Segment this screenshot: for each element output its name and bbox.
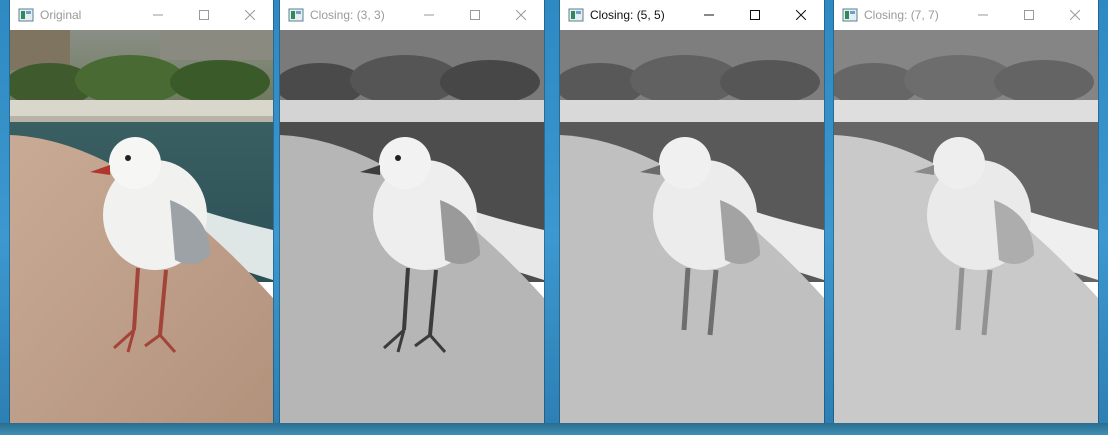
maximize-icon bbox=[1024, 10, 1034, 20]
image-canvas[interactable] bbox=[10, 30, 273, 425]
window-closing-5x5[interactable]: Closing: (5, 5) bbox=[560, 0, 824, 425]
minimize-icon bbox=[153, 14, 163, 16]
window-title: Closing: (3, 3) bbox=[310, 8, 385, 22]
title-bar[interactable]: Closing: (3, 3) bbox=[280, 0, 544, 30]
window-title: Original bbox=[40, 8, 82, 22]
window-closing-7x7[interactable]: Closing: (7, 7) bbox=[834, 0, 1098, 425]
image-canvas[interactable] bbox=[280, 30, 544, 425]
maximize-icon bbox=[199, 10, 209, 20]
close-icon bbox=[796, 10, 806, 20]
title-bar[interactable]: Closing: (7, 7) bbox=[834, 0, 1098, 30]
minimize-button[interactable] bbox=[960, 0, 1006, 30]
image-canvas[interactable] bbox=[560, 30, 824, 425]
close-button[interactable] bbox=[227, 0, 273, 30]
window-closing-3x3[interactable]: Closing: (3, 3) bbox=[280, 0, 544, 425]
desktop-background-strip bbox=[0, 423, 1108, 435]
seagull-image-closing-5 bbox=[560, 30, 824, 425]
window-title: Closing: (5, 5) bbox=[590, 8, 665, 22]
minimize-icon bbox=[978, 14, 988, 16]
close-icon bbox=[245, 10, 255, 20]
close-button[interactable] bbox=[778, 0, 824, 30]
maximize-button[interactable] bbox=[1006, 0, 1052, 30]
title-bar[interactable]: Closing: (5, 5) bbox=[560, 0, 824, 30]
image-canvas[interactable] bbox=[834, 30, 1098, 425]
seagull-image-closing-3 bbox=[280, 30, 544, 425]
seagull-image bbox=[10, 30, 273, 425]
close-icon bbox=[1070, 10, 1080, 20]
desktop: Original Closing: (3, 3) Closing: (5, 5)… bbox=[0, 0, 1108, 435]
opencv-window-icon bbox=[288, 7, 304, 23]
close-button[interactable] bbox=[498, 0, 544, 30]
maximize-icon bbox=[470, 10, 480, 20]
minimize-button[interactable] bbox=[135, 0, 181, 30]
opencv-window-icon bbox=[568, 7, 584, 23]
close-button[interactable] bbox=[1052, 0, 1098, 30]
title-bar[interactable]: Original bbox=[10, 0, 273, 30]
opencv-window-icon bbox=[18, 7, 34, 23]
window-title: Closing: (7, 7) bbox=[864, 8, 939, 22]
seagull-image-closing-7 bbox=[834, 30, 1098, 425]
opencv-window-icon bbox=[842, 7, 858, 23]
window-original[interactable]: Original bbox=[10, 0, 273, 425]
maximize-button[interactable] bbox=[181, 0, 227, 30]
maximize-button[interactable] bbox=[452, 0, 498, 30]
close-icon bbox=[516, 10, 526, 20]
maximize-button[interactable] bbox=[732, 0, 778, 30]
maximize-icon bbox=[750, 10, 760, 20]
minimize-button[interactable] bbox=[406, 0, 452, 30]
minimize-icon bbox=[704, 14, 714, 16]
minimize-button[interactable] bbox=[686, 0, 732, 30]
minimize-icon bbox=[424, 14, 434, 16]
